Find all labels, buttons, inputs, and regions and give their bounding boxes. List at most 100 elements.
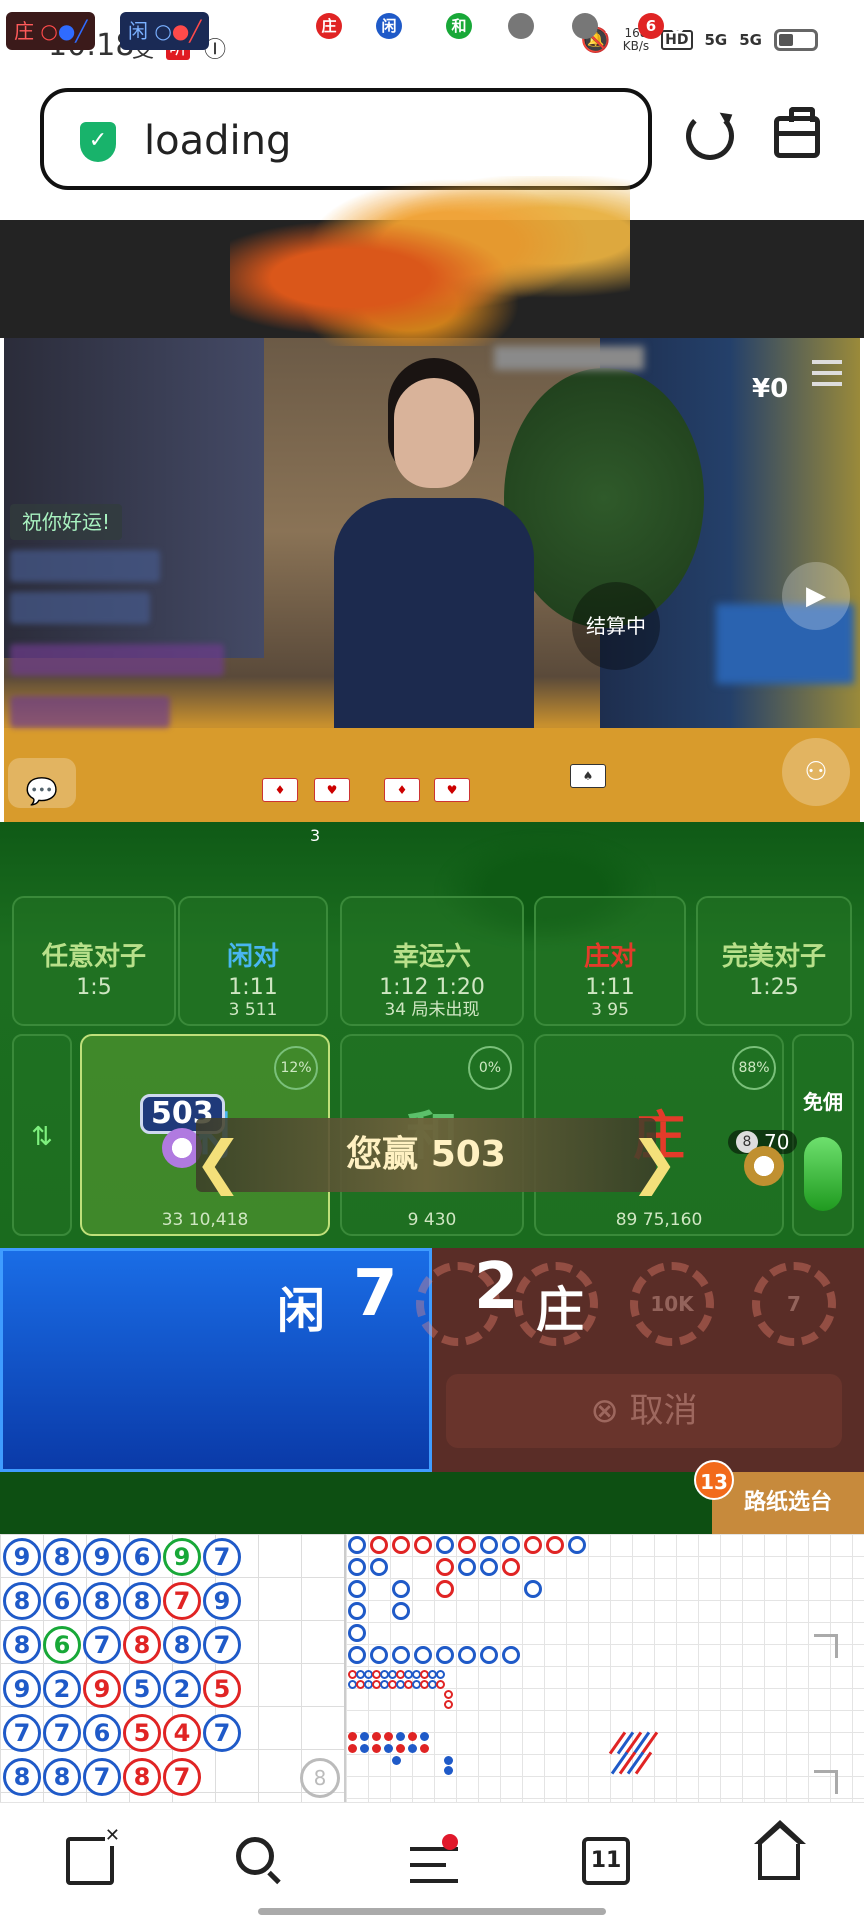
bead-road-cell: 8 (3, 1626, 41, 1664)
gesture-bar[interactable] (258, 1908, 606, 1915)
banker-result-score: 2 (474, 1250, 519, 1324)
free-commission-toggle[interactable]: 免佣 (792, 1034, 854, 1236)
big-road[interactable] (346, 1534, 864, 1802)
bead-road-cell: 8 (163, 1626, 201, 1664)
bet-lucky-six[interactable]: 幸运六 1:12 1:20 34 局未出现 (340, 896, 524, 1026)
track-number: 3 (310, 826, 321, 845)
chevron-right-icon: ❯ (630, 1128, 679, 1196)
player-pair-count: 2 (572, 13, 619, 39)
derived-road-mark (436, 1670, 445, 1679)
bet-title: 完美对子 (721, 942, 826, 972)
big-road-mark (436, 1536, 454, 1554)
player-result-label: 闲 (277, 1283, 326, 1339)
chip-10k[interactable]: 10K (630, 1262, 714, 1346)
big-road-mark (348, 1558, 366, 1576)
derived-road-mark (408, 1732, 417, 1741)
big-road-mark (348, 1536, 366, 1554)
tabs-counter[interactable]: 11 (582, 1837, 630, 1885)
swap-arrows-icon[interactable]: ⇅ (12, 1034, 72, 1236)
six-count: 6 0 (638, 13, 685, 39)
playing-card: ♥ (434, 778, 470, 802)
chat-icon[interactable]: 💬 (8, 758, 76, 808)
cancel-icon: ⊗ (590, 1391, 630, 1431)
bead-road-cell: 6 (43, 1626, 81, 1664)
six-dot-icon: 6 (638, 13, 664, 39)
derived-road-mark (444, 1700, 453, 1709)
bead-road-cell: 7 (203, 1714, 241, 1752)
big-road-mark (568, 1536, 586, 1554)
baccarat-table (4, 728, 860, 822)
tie-percent: 0% (468, 1046, 512, 1090)
hamburger-icon[interactable] (812, 360, 842, 386)
chat-greeting: 祝你好运! (10, 504, 123, 540)
bead-road-cell: 8 (83, 1582, 121, 1620)
bead-road-cell: 9 (83, 1538, 121, 1576)
cancel-button[interactable]: ⊗ 取消 (446, 1374, 842, 1448)
address-bar[interactable]: ✓ loading (40, 88, 652, 190)
big-road-mark (480, 1558, 498, 1576)
bead-road-cell: 9 (3, 1538, 41, 1576)
bead-road-cell: 7 (3, 1714, 41, 1752)
bet-perfect-pair[interactable]: 完美对子 1:25 (696, 896, 852, 1026)
chip-7[interactable]: 7 (752, 1262, 836, 1346)
bet-stats: 3 95 (591, 1000, 629, 1020)
signal-5g-icon: 5G (704, 31, 728, 49)
slash-icon: ╱ (75, 19, 88, 43)
big-road-mark (436, 1558, 454, 1576)
big-road-mark (502, 1646, 520, 1664)
derived-road-mark (444, 1756, 453, 1765)
bead-road-cell: 6 (123, 1538, 161, 1576)
derived-road-mark (360, 1744, 369, 1753)
live-video[interactable]: ♦ ♥ ♦ ♥ ♠ ¥0 祝你好运! 结算中 💬 ▶ ⚇ (4, 338, 860, 822)
bet-title: 任意对子 (41, 942, 146, 972)
bead-road-cell: 7 (203, 1538, 241, 1576)
bet-banker-pair[interactable]: 庄对 1:11 3 95 (534, 896, 686, 1026)
big-road-mark (436, 1580, 454, 1598)
bead-road-cell: 4 (163, 1714, 201, 1752)
home-roof-inner (762, 1828, 798, 1844)
six-count-value: 0 (670, 13, 686, 39)
bet-title: 幸运六 (392, 942, 471, 972)
banker-count: 庄 8 (316, 13, 363, 39)
big-road-mark (502, 1558, 520, 1576)
bead-road-cell: 2 (43, 1670, 81, 1708)
new-tab-icon[interactable] (66, 1825, 120, 1885)
bet-player-pair[interactable]: 闲对 1:11 3 511 (178, 896, 328, 1026)
bet-any-pair[interactable]: 任意对子 1:5 (12, 896, 176, 1026)
tie-count-value: 2 (478, 13, 494, 39)
reload-icon[interactable] (686, 112, 734, 160)
toggle-switch[interactable] (804, 1137, 842, 1211)
signal-5g-icon-2: 5G (739, 31, 762, 49)
player-stats: 33 10,418 (161, 1210, 249, 1230)
menu-icon[interactable] (410, 1847, 458, 1895)
search-icon[interactable] (236, 1837, 274, 1875)
expand-icon[interactable] (814, 1770, 838, 1794)
toolbox-icon[interactable] (774, 107, 820, 158)
expand-icon[interactable] (814, 1634, 838, 1658)
tie-dot-icon: 和 (446, 13, 472, 39)
big-road-mark (458, 1558, 476, 1576)
player-pair-value: 2 (604, 13, 620, 39)
bead-road[interactable]: 98969786887986788792952577654788787 (0, 1534, 346, 1802)
road-maps: 98969786887986788792952577654788787 (0, 1534, 864, 1802)
banker-result-label: 庄 (536, 1282, 585, 1338)
dealer-head (394, 378, 474, 488)
big-road-mark (502, 1536, 520, 1554)
bead-road-cell: 8 (3, 1758, 41, 1796)
video-camera-icon[interactable]: ▶ (782, 562, 850, 630)
player-count-value: 25 (408, 13, 439, 39)
share-icon[interactable]: ⚇ (782, 738, 850, 806)
derived-road-mark (396, 1732, 405, 1741)
big-road-mark (370, 1646, 388, 1664)
reset-counter-icon[interactable]: 8 (300, 1758, 340, 1798)
big-road-mark (392, 1602, 410, 1620)
bet-odds: 1:11 (228, 975, 278, 1000)
notification-badge: 13 (694, 1460, 734, 1500)
free-commission-label: 免佣 (803, 1090, 843, 1114)
derived-road-mark (444, 1690, 453, 1699)
roadmap-select-button[interactable]: 路纸选台 (712, 1472, 864, 1534)
big-road-mark (546, 1536, 564, 1554)
address-text[interactable]: loading (144, 118, 291, 164)
home-icon[interactable] (758, 1840, 800, 1880)
derived-road-mark (444, 1766, 453, 1775)
